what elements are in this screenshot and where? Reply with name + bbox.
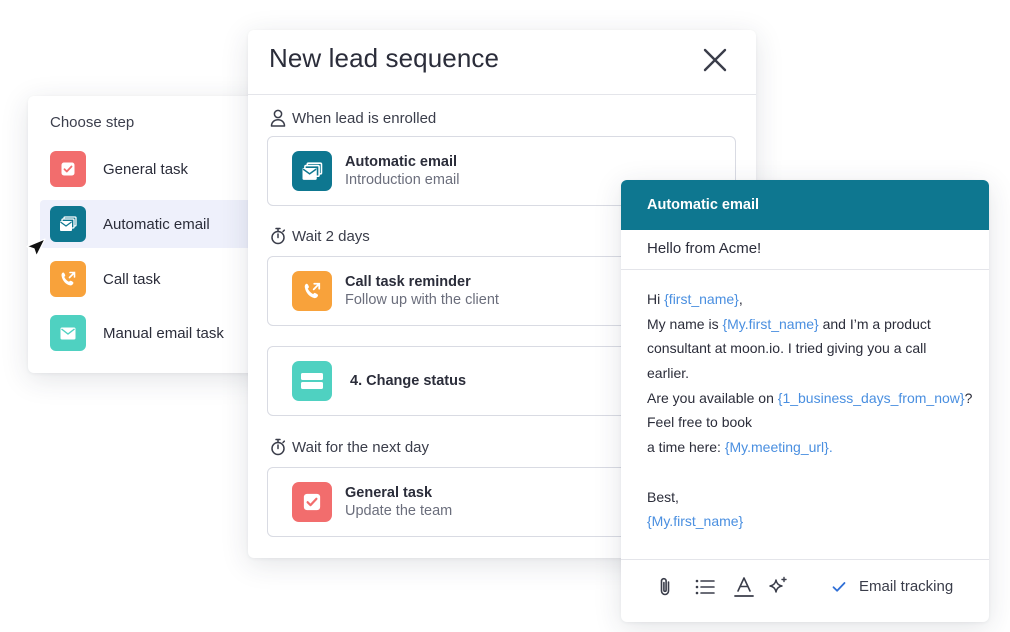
section-label-wait-2-days: Wait 2 days	[270, 227, 370, 245]
sparkle-icon	[769, 576, 787, 593]
section-label-wait-next-day: Wait for the next day	[270, 438, 429, 456]
email-body-line: consultant at moon.io. I tried giving yo…	[647, 340, 927, 357]
close-icon	[703, 48, 727, 72]
section-label-text: Wait for the next day	[292, 438, 430, 456]
body-text: Hi	[647, 291, 665, 307]
email-body-line: {My.first_name}	[647, 509, 983, 534]
step-subtitle: Follow up with the client	[345, 292, 499, 308]
step-title: General task	[345, 485, 433, 501]
divider	[248, 94, 756, 95]
ai-assist-button[interactable]	[767, 576, 789, 598]
email-panel-header: Automatic email	[621, 180, 989, 230]
template-variable: {My.first_name}	[647, 513, 744, 530]
choose-step-label: Automatic email	[103, 215, 210, 233]
step-subtitle: Update the team	[345, 503, 453, 519]
section-label-text: Wait 2 days	[292, 227, 370, 245]
template-variable: {1_business_days_from_now}	[777, 389, 965, 406]
phone-call-icon	[292, 271, 332, 311]
divider	[621, 559, 989, 560]
paperclip-icon	[660, 577, 670, 596]
stopwatch-icon	[271, 438, 286, 456]
email-body-line: Hi {first_name},	[647, 287, 983, 312]
choose-step-label: General task	[103, 160, 189, 178]
envelope-icon	[50, 315, 86, 351]
list-icon	[695, 579, 715, 595]
body-text: ,	[738, 291, 743, 307]
email-editor-panel: Automatic email Hello from Acme! Hi {fir…	[621, 180, 989, 622]
choose-step-call-task[interactable]: Call task	[40, 255, 268, 303]
email-body-line: a time here: {My.meeting_url}.	[647, 435, 983, 460]
email-tracking-toggle[interactable]: Email tracking	[831, 578, 953, 595]
email-tracking-label: Email tracking	[859, 578, 954, 595]
step-subtitle: Introduction email	[345, 172, 460, 188]
choose-step-label: Call task	[103, 270, 161, 288]
stopwatch-icon	[271, 227, 286, 245]
email-stack-icon	[292, 151, 332, 191]
choose-step-panel: Choose step General task Automatic email…	[28, 96, 268, 373]
email-body-line: Feel free to book	[647, 414, 753, 431]
body-text: Are you available on	[647, 389, 778, 406]
choose-step-manual-email-task[interactable]: Manual email task	[40, 309, 268, 357]
person-icon	[270, 109, 286, 127]
section-label-enrolled: When lead is enrolled	[270, 109, 436, 127]
checkbox-icon	[292, 482, 332, 522]
email-body-editor[interactable]: Hi {first_name}, My name is {My.first_na…	[647, 287, 983, 534]
sequence-title: New lead sequence	[269, 43, 500, 73]
choose-step-general-task[interactable]: General task	[40, 145, 268, 193]
email-subject-field[interactable]: Hello from Acme!	[647, 240, 761, 257]
body-text: ?	[964, 389, 973, 406]
choose-step-automatic-email[interactable]: Automatic email	[40, 200, 268, 248]
template-variable: {My.meeting_url}.	[724, 439, 833, 456]
email-body-line: Best,	[647, 488, 679, 505]
step-title: 4. Change status	[350, 373, 467, 389]
divider	[621, 269, 989, 270]
template-variable: {first_name}	[664, 291, 739, 307]
phone-call-icon	[50, 261, 86, 297]
section-label-text: When lead is enrolled	[292, 109, 437, 127]
text-format-icon	[734, 577, 754, 597]
body-text: and I’m a product	[818, 315, 931, 332]
choose-step-label: Manual email task	[103, 324, 224, 342]
email-body-line: earlier.	[647, 365, 690, 382]
body-text: My name is	[647, 315, 723, 332]
step-title: Automatic email	[345, 154, 457, 170]
list-button[interactable]	[694, 576, 716, 598]
text-format-button[interactable]	[733, 576, 755, 598]
choose-step-title: Choose step	[50, 114, 135, 131]
close-button[interactable]	[701, 46, 729, 74]
email-stack-icon	[50, 206, 86, 242]
checkbox-icon	[50, 151, 86, 187]
body-text: a time here:	[647, 439, 725, 456]
email-body-line: My name is {My.first_name} and I’m a pro…	[647, 312, 983, 337]
status-icon	[292, 361, 332, 401]
email-body-line: Are you available on {1_business_days_fr…	[647, 386, 983, 411]
template-variable: {My.first_name}	[722, 315, 819, 332]
mouse-cursor-icon	[26, 238, 46, 257]
attach-button[interactable]	[654, 576, 676, 598]
checkmark-icon[interactable]	[831, 579, 847, 595]
step-title: Call task reminder	[345, 274, 471, 290]
email-body-blank-line	[647, 460, 983, 485]
